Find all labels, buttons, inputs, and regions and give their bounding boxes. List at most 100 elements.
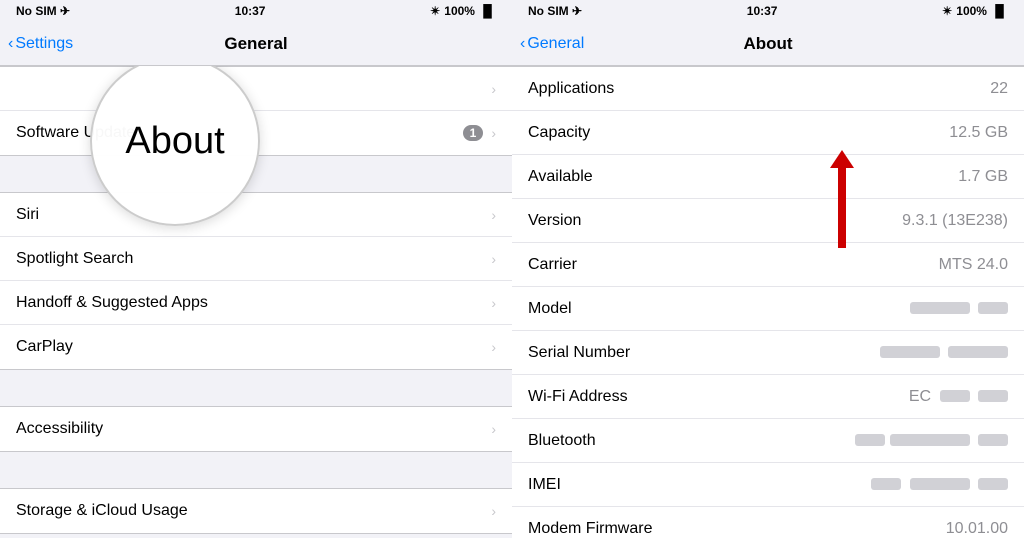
- spotlight-search-item[interactable]: Spotlight Search ›: [0, 237, 512, 281]
- storage-item[interactable]: Storage & iCloud Usage ›: [0, 489, 512, 533]
- imei-blur-3: [978, 478, 1008, 490]
- imei-blur-1: [871, 478, 901, 490]
- left-back-label: Settings: [15, 35, 73, 53]
- serial-blur-1: [880, 346, 940, 358]
- wifi-label: Wi-Fi Address: [528, 388, 628, 406]
- left-status-carrier: No SIM ✈: [16, 4, 70, 18]
- wifi-row: Wi-Fi Address EC: [512, 375, 1024, 419]
- about-item[interactable]: About ›: [0, 67, 512, 111]
- left-panel: No SIM ✈ 10:37 ✴ 100% ▐▌ ‹ Settings Gene…: [0, 0, 512, 538]
- storage-group: Storage & iCloud Usage ›: [0, 488, 512, 534]
- model-blur-2: [978, 302, 1008, 314]
- left-battery-icon: ▐▌: [479, 4, 496, 18]
- accessibility-right: ›: [491, 421, 496, 437]
- modem-row: Modem Firmware 10.01.00: [512, 507, 1024, 538]
- left-settings-list: About › Software Update 1 › About: [0, 66, 512, 538]
- about-rows-group: Applications 22 Capacity 12.5 GB Availab…: [512, 66, 1024, 538]
- handoff-chevron: ›: [491, 295, 496, 311]
- left-status-bar: No SIM ✈ 10:37 ✴ 100% ▐▌: [0, 0, 512, 22]
- siri-right: ›: [491, 207, 496, 223]
- accessibility-label: Accessibility: [16, 420, 103, 438]
- about-rows-list: Applications 22 Capacity 12.5 GB Availab…: [512, 66, 1024, 538]
- spotlight-search-label: Spotlight Search: [16, 250, 133, 268]
- siri-chevron: ›: [491, 207, 496, 223]
- available-row: Available 1.7 GB: [512, 155, 1024, 199]
- storage-label: Storage & iCloud Usage: [16, 502, 188, 520]
- imei-value: ​: [867, 476, 1008, 494]
- capacity-row: Capacity 12.5 GB: [512, 111, 1024, 155]
- version-value: 9.3.1 (13E238): [902, 212, 1008, 230]
- right-bluetooth-icon: ✴: [942, 4, 952, 18]
- left-back-button[interactable]: ‹ Settings: [8, 35, 73, 53]
- bluetooth-label: Bluetooth: [528, 432, 596, 450]
- left-bluetooth-icon: ✴: [430, 4, 440, 18]
- software-update-badge: 1: [463, 125, 484, 141]
- applications-label: Applications: [528, 80, 614, 98]
- software-update-right: 1 ›: [463, 125, 496, 141]
- right-battery-label: 100%: [956, 4, 987, 18]
- available-value: 1.7 GB: [958, 168, 1008, 186]
- right-back-button[interactable]: ‹ General: [520, 35, 584, 53]
- modem-label: Modem Firmware: [528, 520, 652, 538]
- right-status-right: ✴ 100% ▐▌: [942, 4, 1008, 18]
- about-circle-text: About: [125, 120, 224, 163]
- carplay-label: CarPlay: [16, 338, 73, 356]
- about-section: About › Software Update 1 › About: [0, 66, 512, 156]
- carrier-row: Carrier MTS 24.0: [512, 243, 1024, 287]
- right-back-chevron: ‹: [520, 35, 525, 53]
- available-label: Available: [528, 168, 593, 186]
- left-status-time: 10:37: [235, 4, 266, 18]
- spotlight-chevron: ›: [491, 251, 496, 267]
- bluetooth-row: Bluetooth: [512, 419, 1024, 463]
- serial-row: Serial Number ​: [512, 331, 1024, 375]
- imei-row: IMEI ​: [512, 463, 1024, 507]
- right-panel: No SIM ✈ 10:37 ✴ 100% ▐▌ ‹ General About…: [512, 0, 1024, 538]
- carplay-item[interactable]: CarPlay ›: [0, 325, 512, 369]
- carrier-value: MTS 24.0: [939, 256, 1008, 274]
- siri-label: Siri: [16, 206, 39, 224]
- right-panel-wrapper: No SIM ✈ 10:37 ✴ 100% ▐▌ ‹ General About…: [512, 0, 1024, 538]
- right-nav-bar: ‹ General About: [512, 22, 1024, 66]
- modem-value: 10.01.00: [946, 520, 1008, 538]
- bt-blur-2: [890, 434, 970, 446]
- left-battery-label: 100%: [444, 4, 475, 18]
- carrier-label: Carrier: [528, 256, 577, 274]
- right-status-time: 10:37: [747, 4, 778, 18]
- right-back-label: General: [527, 35, 584, 53]
- storage-right: ›: [491, 503, 496, 519]
- model-blur-1: [910, 302, 970, 314]
- handoff-item[interactable]: Handoff & Suggested Apps ›: [0, 281, 512, 325]
- capacity-label: Capacity: [528, 124, 590, 142]
- siri-group: Siri › Spotlight Search › Handoff & Sugg…: [0, 192, 512, 370]
- applications-row: Applications 22: [512, 67, 1024, 111]
- wifi-blur-2: [978, 390, 1008, 402]
- right-battery-icon: ▐▌: [991, 4, 1008, 18]
- right-status-carrier: No SIM ✈: [528, 4, 582, 18]
- bluetooth-value: [851, 432, 1008, 450]
- carplay-right: ›: [491, 339, 496, 355]
- about-item-right: ›: [491, 81, 496, 97]
- siri-item[interactable]: Siri ›: [0, 193, 512, 237]
- wifi-value: EC: [909, 388, 1008, 406]
- applications-value: 22: [990, 80, 1008, 98]
- left-nav-bar: ‹ Settings General: [0, 22, 512, 66]
- imei-label: IMEI: [528, 476, 561, 494]
- serial-label: Serial Number: [528, 344, 630, 362]
- left-nav-title: General: [224, 34, 287, 54]
- software-update-chevron: ›: [491, 125, 496, 141]
- capacity-value: 12.5 GB: [949, 124, 1008, 142]
- right-status-bar: No SIM ✈ 10:37 ✴ 100% ▐▌: [512, 0, 1024, 22]
- serial-value: ​: [876, 344, 1008, 362]
- accessibility-item[interactable]: Accessibility ›: [0, 407, 512, 451]
- accessibility-group: Accessibility ›: [0, 406, 512, 452]
- version-label: Version: [528, 212, 581, 230]
- serial-blur-2: [948, 346, 1008, 358]
- about-chevron: ›: [491, 81, 496, 97]
- spotlight-right: ›: [491, 251, 496, 267]
- model-row: Model: [512, 287, 1024, 331]
- bt-blur-3: [978, 434, 1008, 446]
- wifi-blur-1: [940, 390, 970, 402]
- model-value: [906, 300, 1008, 318]
- handoff-right: ›: [491, 295, 496, 311]
- imei-blur-2: [910, 478, 970, 490]
